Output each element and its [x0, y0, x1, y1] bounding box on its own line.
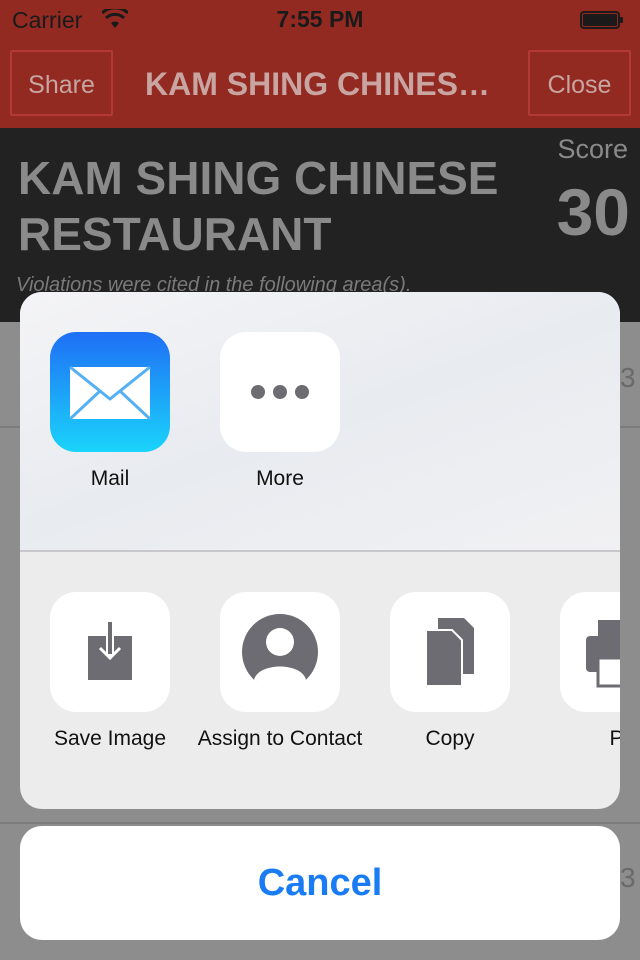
share-sheet-divider [20, 550, 620, 552]
more-icon [220, 332, 340, 452]
share-sheet: Mail More Save Image Assign to Contact C… [20, 292, 620, 809]
share-action-label: Assign to Contact [197, 727, 363, 750]
clock: 7:55 PM [276, 6, 364, 32]
share-action-save-image[interactable]: Save Image [25, 592, 195, 752]
divider [0, 822, 640, 824]
list-item-value: 3 [620, 362, 636, 393]
score-value: 30 [556, 175, 630, 249]
page-title: KAM SHING CHINES… [145, 66, 490, 102]
copy-icon [390, 592, 510, 712]
share-action-label: Copy [425, 727, 475, 750]
share-app-label: Mail [90, 467, 130, 490]
mail-icon [50, 332, 170, 452]
share-action-copy[interactable]: Copy [365, 592, 535, 752]
save-image-icon [50, 592, 170, 712]
status-bar: Carrier 7:55 PM [0, 0, 640, 40]
share-apps-section: Mail More [20, 292, 620, 550]
nav-bar: Share KAM SHING CHINES… Close [0, 40, 640, 128]
share-action-assign-contact[interactable]: Assign to Contact [195, 592, 365, 752]
share-app-mail[interactable]: Mail [25, 332, 195, 492]
print-icon [560, 592, 620, 712]
share-app-label: More [256, 467, 304, 490]
share-action-label: Save Image [53, 727, 167, 750]
contact-icon [220, 592, 340, 712]
score-label: Score [557, 134, 628, 164]
cancel-button[interactable]: Cancel [20, 826, 620, 940]
close-button[interactable]: Close [528, 50, 631, 116]
list-item-value: 3 [620, 862, 636, 893]
share-app-more[interactable]: More [195, 332, 365, 492]
battery-icon [580, 11, 623, 29]
share-button[interactable]: Share [10, 50, 113, 116]
restaurant-name: KAM SHING CHINESE RESTAURANT [18, 152, 499, 260]
share-action-label: Pr [609, 727, 621, 750]
share-action-print[interactable]: Pr [535, 592, 620, 752]
